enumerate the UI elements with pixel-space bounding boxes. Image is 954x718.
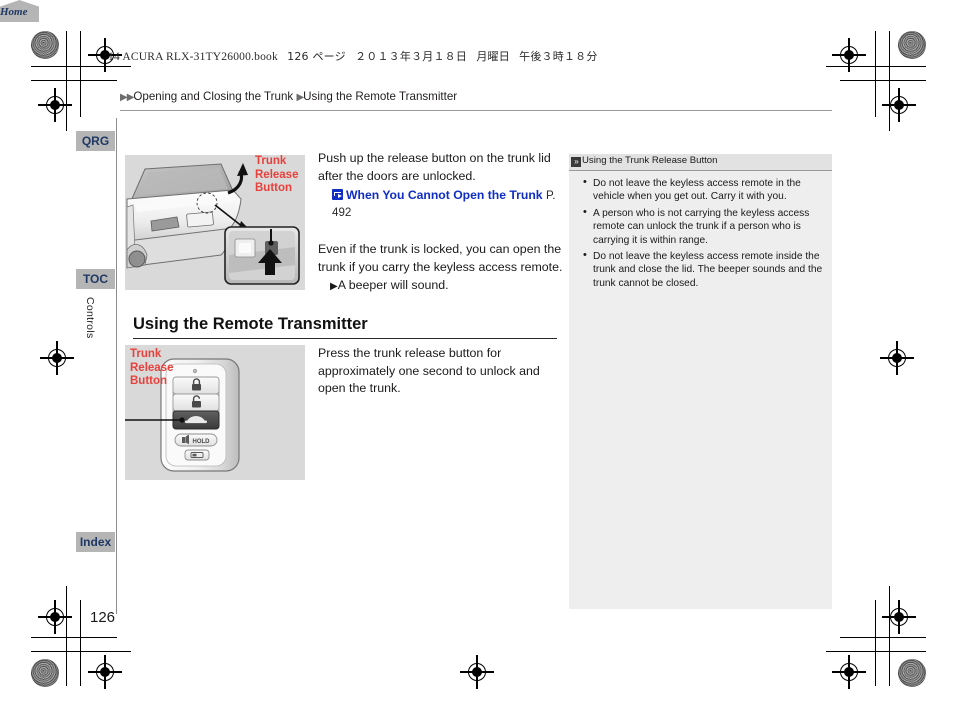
registration-crosshair (882, 600, 916, 634)
callout-line-1: Trunk (255, 155, 287, 167)
registration-crosshair (38, 88, 72, 122)
halftone-dot-bottom-right (898, 659, 926, 687)
registration-crosshair (88, 655, 122, 689)
sidebar-tab-toc[interactable]: TOC (76, 269, 115, 289)
cross-reference-label: When You Cannot Open the Trunk (346, 188, 543, 202)
chapter-label: Controls (84, 297, 96, 339)
note-marker-icon: » (571, 157, 581, 167)
print-header-date: ２０１３年３月１８日 (355, 50, 468, 63)
sidebar-tab-index[interactable]: Index (76, 532, 115, 552)
main-text-column-upper: Push up the release button on the trunk … (318, 150, 563, 296)
crop-mark (875, 31, 877, 117)
paragraph-push-release: Push up the release button on the trunk … (318, 151, 551, 183)
list-item: Do not leave the keyless access remote i… (583, 249, 824, 290)
sidebar-tab-home[interactable]: Home (0, 0, 39, 22)
crop-mark (80, 600, 82, 686)
breadcrumb-marker-icon: ▶▶ (120, 92, 134, 103)
print-header-file: 14 ACURA RLX-31TY26000.book (108, 51, 278, 63)
crop-mark (840, 637, 926, 639)
header-divider (120, 110, 832, 111)
breadcrumb-level-2[interactable]: Using the Remote Transmitter (303, 90, 457, 103)
jump-arrow-icon (332, 189, 343, 200)
callout-line-3: Button (255, 182, 293, 194)
halftone-dot-bottom-left (31, 659, 59, 687)
hold-label: HOLD (193, 439, 211, 445)
crop-mark (840, 80, 926, 82)
crop-mark (31, 80, 117, 82)
sidebar-tab-qrg[interactable]: QRG (76, 131, 115, 151)
registration-crosshair (40, 341, 74, 375)
bullet-beeper-text: A beeper will sound. (337, 278, 449, 292)
paragraph-press-release-button: Press the trunk release button for appro… (318, 346, 540, 395)
section-heading-rule (133, 338, 557, 340)
callout-line-3: Button (130, 375, 168, 387)
halftone-dot-top-right (898, 31, 926, 59)
callout-trunk-release-button-car: Trunk Release Button (255, 155, 298, 196)
list-item: Do not leave the keyless access remote i… (583, 176, 824, 204)
halftone-dot-top-left (31, 31, 59, 59)
list-item: A person who is not carrying the keyless… (583, 206, 824, 247)
bullet-triangle-icon: ▶ (330, 281, 338, 292)
paragraph-trunk-locked: Even if the trunk is locked, you can ope… (318, 242, 563, 274)
callout-line-1: Trunk (130, 348, 162, 360)
crop-mark (80, 31, 82, 117)
section-heading: Using the Remote Transmitter (133, 315, 368, 333)
note-list: Do not leave the keyless access remote i… (569, 176, 832, 290)
breadcrumb-level-1[interactable]: Opening and Closing the Trunk (133, 90, 293, 103)
note-panel: »Using the Trunk Release Button Do not l… (569, 154, 832, 609)
callout-line-2: Release (255, 168, 299, 181)
callout-line-2: Release (130, 361, 174, 374)
bullet-beeper: ▶A beeper will sound. (330, 277, 563, 296)
print-header-page: 126 ページ (287, 50, 346, 63)
registration-crosshair (38, 600, 72, 634)
registration-crosshair (832, 655, 866, 689)
note-panel-header: » Using the Trunk Release Button (569, 154, 832, 171)
page-number: 126 (90, 609, 116, 626)
crop-mark (875, 600, 877, 686)
callout-trunk-release-button-fob: Trunk Release Button (130, 348, 173, 389)
registration-crosshair (882, 88, 916, 122)
cross-reference-link[interactable]: When You Cannot Open the Trunk P. 492 (332, 187, 563, 221)
registration-crosshair (460, 655, 494, 689)
registration-crosshair (832, 38, 866, 72)
home-label: Home (0, 6, 28, 18)
note-panel-title: Using the Trunk Release Button (582, 155, 718, 166)
crop-mark (31, 637, 117, 639)
left-margin-rule (116, 118, 117, 614)
print-header: 14 ACURA RLX-31TY26000.book 126 ページ ２０１３… (108, 48, 598, 64)
main-text-column-lower: Press the trunk release button for appro… (318, 345, 566, 398)
print-header-time: 午後３時１８分 (519, 50, 598, 63)
registration-crosshair (880, 341, 914, 375)
print-header-weekday: 月曜日 (476, 50, 510, 63)
breadcrumb: ▶▶Opening and Closing the Trunk ▶Using t… (120, 90, 457, 103)
